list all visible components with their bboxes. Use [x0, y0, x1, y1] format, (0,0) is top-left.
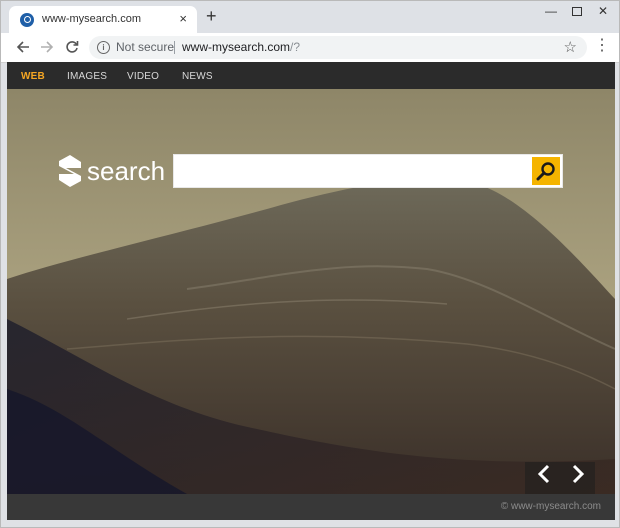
category-nav: WEB IMAGES VIDEO NEWS [7, 62, 615, 89]
nav-item-video[interactable]: VIDEO [127, 71, 159, 82]
background-switcher [525, 462, 595, 494]
reload-icon [66, 41, 79, 53]
security-status: Not secure [116, 40, 175, 54]
tab-title: www-mysearch.com [42, 13, 142, 25]
mountain-image [7, 89, 615, 494]
new-tab-button[interactable]: + [206, 7, 217, 25]
tab-close-icon[interactable]: × [179, 12, 187, 26]
hero-background: search [7, 89, 615, 494]
minimize-button[interactable]: — [537, 1, 565, 23]
browser-window: www-mysearch.com × + — ✕ i Not secure ww… [0, 0, 620, 528]
star-icon[interactable]: ☆ [564, 38, 577, 56]
search-box [173, 154, 563, 188]
omnibox-divider [174, 41, 175, 54]
search-favicon-icon [20, 13, 34, 27]
web-page: WEB IMAGES VIDEO NEWS search © www-mysea… [7, 62, 615, 520]
nav-item-news[interactable]: NEWS [182, 71, 213, 82]
copyright-text: © www-mysearch.com [500, 501, 601, 512]
reload-button[interactable] [62, 37, 82, 57]
url-path: /? [290, 40, 301, 54]
back-button[interactable] [13, 37, 33, 57]
search-input[interactable] [174, 155, 528, 187]
arrow-right-icon [41, 41, 54, 53]
browser-toolbar: i Not secure www-mysearch.com/? ☆ ⋮ [1, 33, 619, 63]
tab-strip: www-mysearch.com × + — ✕ [1, 1, 619, 33]
address-bar[interactable]: i Not secure www-mysearch.com/? ☆ [89, 36, 587, 59]
nav-item-images[interactable]: IMAGES [67, 71, 107, 82]
chevron-right-icon[interactable] [565, 462, 589, 486]
maximize-icon [572, 7, 582, 17]
page-footer: © www-mysearch.com [7, 494, 615, 520]
logo-text: search [87, 156, 166, 186]
nav-item-web[interactable]: WEB [21, 71, 45, 82]
close-window-button[interactable]: ✕ [589, 1, 617, 23]
chevron-left-icon[interactable] [533, 462, 557, 486]
browser-tab[interactable]: www-mysearch.com × [9, 6, 197, 33]
search-button[interactable] [532, 157, 560, 185]
url-text[interactable]: www-mysearch.com/? [182, 40, 300, 54]
magnifier-icon [536, 162, 555, 181]
kebab-menu-icon[interactable]: ⋮ [594, 37, 610, 57]
logo-s-icon [59, 155, 81, 187]
maximize-button[interactable] [563, 1, 591, 23]
arrow-left-icon [16, 41, 29, 53]
forward-button[interactable] [37, 37, 57, 57]
url-host: www-mysearch.com [182, 40, 291, 54]
info-icon[interactable]: i [97, 41, 110, 54]
